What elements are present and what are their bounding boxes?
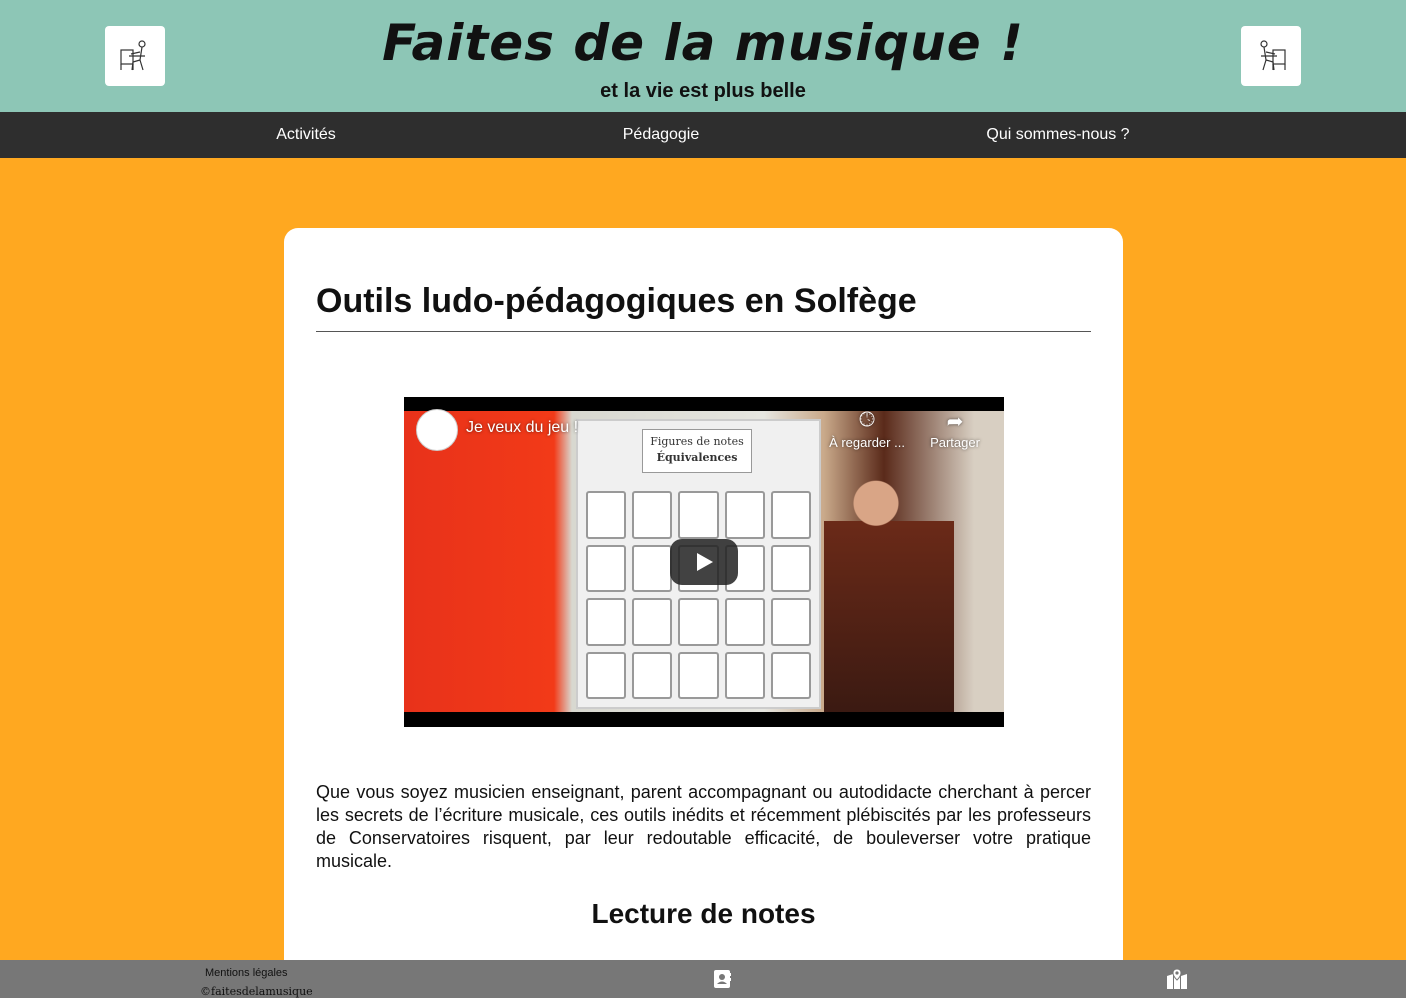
share-label: Partager bbox=[930, 435, 980, 450]
share-arrow-icon: ➦ bbox=[946, 411, 964, 433]
video-title[interactable]: Je veux du jeu ! bbox=[466, 419, 578, 437]
nav-item-pedagogie[interactable]: Pédagogie bbox=[623, 126, 700, 144]
play-button[interactable] bbox=[670, 539, 738, 585]
content-card: Outils ludo-pédagogiques en Solfège Figu… bbox=[284, 228, 1123, 988]
share-button[interactable]: ➦ Partager bbox=[912, 409, 998, 450]
teacher-figure bbox=[824, 451, 954, 712]
contact-book-icon[interactable] bbox=[711, 968, 733, 990]
section-title-lecture-de-notes: Lecture de notes bbox=[591, 898, 816, 929]
watch-later-button[interactable]: 🕓︎ À regarder ... bbox=[824, 409, 910, 450]
legal-notice-link[interactable]: Mentions légales bbox=[205, 967, 288, 979]
clock-icon: 🕓︎ bbox=[859, 409, 875, 431]
site-subtitle: et la vie est plus belle bbox=[600, 80, 806, 102]
site-footer: Mentions légales ©faitesdelamusique bbox=[0, 960, 1406, 998]
pianist-logo-right[interactable] bbox=[1241, 26, 1301, 86]
nav-item-activites[interactable]: Activités bbox=[276, 126, 336, 144]
board-label-line1: Figures de notes bbox=[650, 435, 744, 448]
main-nav: Activités Pédagogie Qui sommes-nous ? bbox=[0, 112, 1406, 158]
watch-later-label: À regarder ... bbox=[829, 435, 905, 450]
pianist-drawing-icon bbox=[1260, 40, 1286, 71]
copyright-text: ©faitesdelamusique bbox=[200, 985, 313, 998]
board-label: Figures de notes Équivalences bbox=[642, 429, 752, 473]
channel-avatar[interactable] bbox=[416, 409, 458, 451]
nav-item-qui-sommes-nous[interactable]: Qui sommes-nous ? bbox=[986, 126, 1129, 144]
site-title: Faites de la musique ! bbox=[382, 14, 1024, 72]
board-label-line2: Équivalences bbox=[656, 451, 738, 464]
page-title: Outils ludo-pédagogiques en Solfège bbox=[316, 282, 917, 320]
youtube-video-embed[interactable]: Figures de notes Équivalences Je veux du… bbox=[404, 397, 1004, 727]
map-location-icon[interactable] bbox=[1166, 968, 1188, 990]
title-divider bbox=[316, 331, 1091, 332]
intro-paragraph: Que vous soyez musicien enseignant, pare… bbox=[316, 782, 1091, 871]
site-header: Faites de la musique ! et la vie est plu… bbox=[0, 0, 1406, 112]
